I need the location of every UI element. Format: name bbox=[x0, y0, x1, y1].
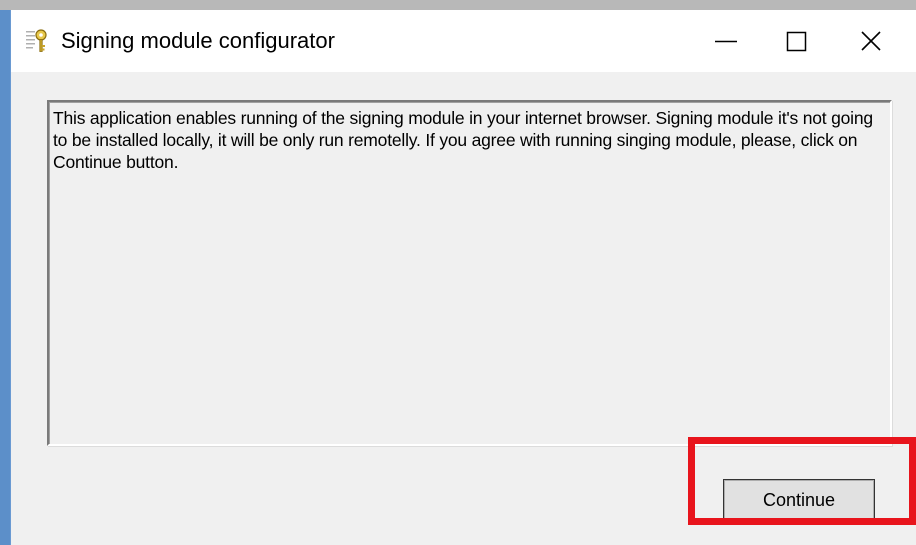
window-title: Signing module configurator bbox=[61, 28, 335, 53]
key-certificate-icon bbox=[25, 28, 49, 54]
title-bar[interactable]: Signing module configurator bbox=[11, 10, 916, 72]
maximize-icon bbox=[786, 31, 807, 52]
minimize-icon bbox=[715, 40, 737, 43]
message-textbox[interactable]: This application enables running of the … bbox=[47, 100, 892, 446]
close-icon bbox=[861, 31, 881, 51]
continue-button[interactable]: Continue bbox=[723, 479, 875, 521]
background-window-edge bbox=[0, 0, 916, 10]
maximize-button[interactable] bbox=[761, 10, 831, 72]
minimize-button[interactable] bbox=[691, 10, 761, 72]
close-button[interactable] bbox=[836, 10, 906, 72]
dialog-window: Signing module configurator This applica… bbox=[10, 10, 916, 545]
message-text: This application enables running of the … bbox=[53, 108, 873, 172]
screen: Signing module configurator This applica… bbox=[0, 0, 916, 545]
background-window-border bbox=[0, 10, 10, 545]
